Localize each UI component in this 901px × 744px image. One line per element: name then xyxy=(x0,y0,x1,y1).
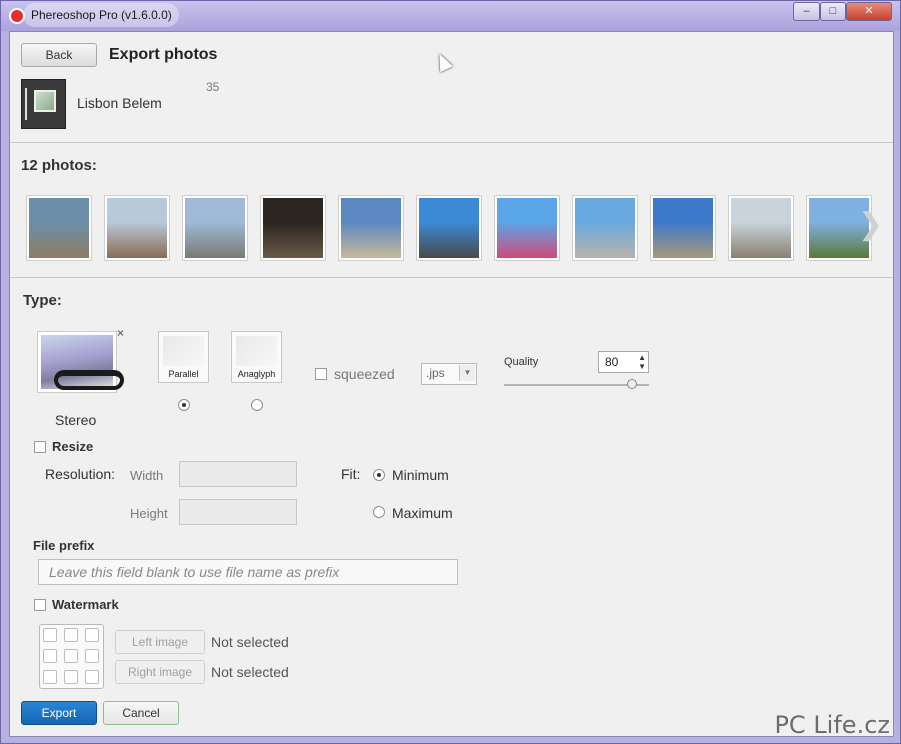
photo-thumbnail[interactable] xyxy=(416,195,482,261)
file-prefix-input[interactable]: Leave this field blank to use file name … xyxy=(38,559,458,585)
back-button[interactable]: Back xyxy=(21,43,97,67)
stereo-type-card[interactable]: × xyxy=(37,326,124,393)
photo-image xyxy=(185,198,245,258)
watermark-position-grid[interactable] xyxy=(39,624,104,689)
album-cover-icon[interactable] xyxy=(21,79,66,129)
quality-stepper[interactable]: 80 ▲ ▼ xyxy=(598,351,649,373)
close-icon[interactable]: × xyxy=(117,326,124,340)
main-panel: Back Export photos Lisbon Belem 35 12 ph… xyxy=(9,31,894,737)
photo-thumbnail[interactable] xyxy=(26,195,92,261)
photo-thumbnail[interactable] xyxy=(650,195,716,261)
height-field[interactable] xyxy=(179,499,297,525)
mouse-cursor-icon xyxy=(433,50,453,73)
photo-image xyxy=(341,198,401,258)
watermark-checkbox[interactable] xyxy=(34,599,46,611)
fit-label: Fit: xyxy=(341,466,361,482)
site-watermark: PC Life.cz xyxy=(774,711,890,739)
right-image-button[interactable]: Right image xyxy=(115,660,205,684)
app-logo-icon xyxy=(9,8,25,24)
left-image-button[interactable]: Left image xyxy=(115,630,205,654)
photo-thumbnail[interactable] xyxy=(728,195,794,261)
parallel-radio[interactable] xyxy=(178,399,190,411)
chevron-right-icon[interactable]: ❯ xyxy=(858,207,883,242)
parallel-label: Parallel xyxy=(168,369,199,379)
squeezed-label: squeezed xyxy=(334,366,395,382)
fit-minimum-radio[interactable] xyxy=(373,469,385,481)
app-window: Phereoshop Pro (v1.6.0.0) – □ ✕ Back Exp… xyxy=(0,0,901,744)
photo-image xyxy=(419,198,479,258)
file-prefix-label: File prefix xyxy=(33,538,95,553)
resize-label: Resize xyxy=(52,439,94,454)
3d-glasses-icon xyxy=(54,370,124,390)
divider xyxy=(10,277,893,278)
minimize-button[interactable]: – xyxy=(793,2,820,21)
left-image-status: Not selected xyxy=(211,634,289,650)
slider-handle[interactable] xyxy=(627,379,637,389)
chevron-down-icon: ▼ xyxy=(459,365,475,381)
anaglyph-radio[interactable] xyxy=(251,399,263,411)
anaglyph-type-card[interactable]: Anaglyph xyxy=(231,331,282,383)
resolution-label: Resolution: xyxy=(45,466,116,482)
window-title: Phereoshop Pro (v1.6.0.0) xyxy=(31,8,172,22)
photo-image xyxy=(575,198,635,258)
fit-maximum-radio[interactable] xyxy=(373,506,385,518)
resize-checkbox[interactable] xyxy=(34,441,46,453)
photo-thumbnail[interactable] xyxy=(182,195,248,261)
photo-thumbnail[interactable] xyxy=(338,195,404,261)
format-value: .jps xyxy=(426,366,445,380)
quality-slider[interactable] xyxy=(504,378,649,392)
photo-thumbnail[interactable] xyxy=(260,195,326,261)
photo-image xyxy=(29,198,89,258)
photo-thumbnail[interactable] xyxy=(572,195,638,261)
quality-label: Quality xyxy=(504,356,539,368)
export-button[interactable]: Export xyxy=(21,701,97,725)
squeezed-checkbox[interactable] xyxy=(315,368,327,380)
watermark-label: Watermark xyxy=(52,597,119,612)
photo-thumbnail[interactable] xyxy=(104,195,170,261)
close-button[interactable]: ✕ xyxy=(846,2,892,21)
photos-heading: 12 photos: xyxy=(21,157,97,174)
album-photo-count: 35 xyxy=(206,80,220,94)
stereo-label: Stereo xyxy=(55,412,97,428)
fit-minimum-label: Minimum xyxy=(392,467,449,483)
type-heading: Type: xyxy=(23,292,62,309)
width-label: Width xyxy=(130,468,164,483)
photo-thumbnail[interactable] xyxy=(494,195,560,261)
parallel-type-card[interactable]: Parallel xyxy=(158,331,209,383)
page-title: Export photos xyxy=(109,46,218,63)
title-bar[interactable]: Phereoshop Pro (v1.6.0.0) – □ ✕ xyxy=(1,1,900,31)
divider xyxy=(10,142,893,143)
quality-value: 80 xyxy=(605,355,619,369)
photo-image xyxy=(263,198,323,258)
photo-image xyxy=(731,198,791,258)
album-name: Lisbon Belem xyxy=(77,95,162,111)
photo-image xyxy=(497,198,557,258)
stepper-arrows-icon[interactable]: ▲ ▼ xyxy=(638,353,646,371)
width-field[interactable] xyxy=(179,461,297,487)
right-image-status: Not selected xyxy=(211,664,289,680)
maximize-button[interactable]: □ xyxy=(820,2,846,21)
cancel-button[interactable]: Cancel xyxy=(103,701,179,725)
anaglyph-label: Anaglyph xyxy=(237,369,276,379)
format-select[interactable]: .jps ▼ xyxy=(421,363,477,385)
height-label: Height xyxy=(130,506,168,521)
photo-image xyxy=(107,198,167,258)
photo-image xyxy=(653,198,713,258)
fit-maximum-label: Maximum xyxy=(392,505,453,521)
